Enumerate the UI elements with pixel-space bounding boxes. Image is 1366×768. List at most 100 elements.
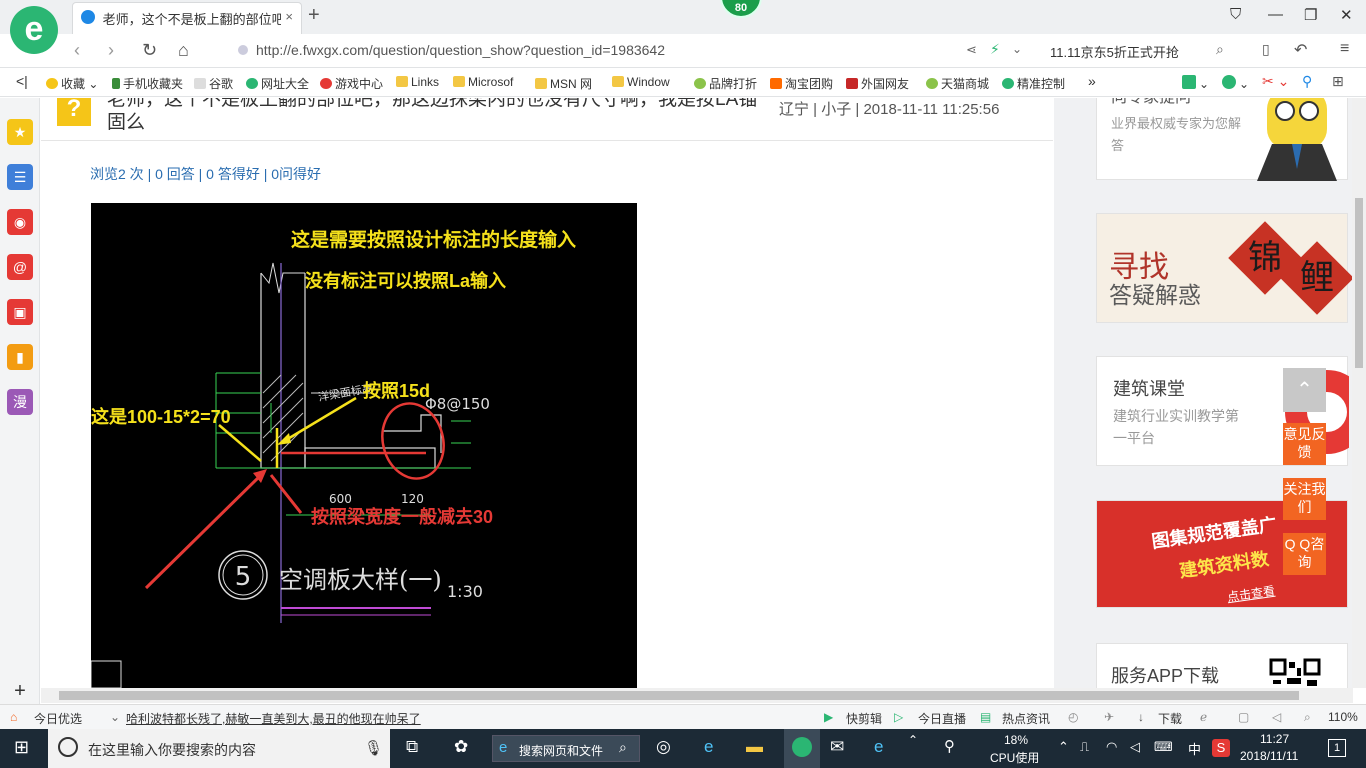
vertical-scroll-thumb[interactable] <box>1355 198 1363 368</box>
new-tab-button[interactable]: + <box>308 4 320 27</box>
atlas-banner-link[interactable]: 点击查看 <box>1226 582 1276 606</box>
address-bar[interactable]: http://e.fwxgx.com/question/question_sho… <box>238 42 665 58</box>
news-icon[interactable]: ☰ <box>7 164 33 190</box>
bookmark-games[interactable]: 游戏中心 <box>320 75 383 92</box>
maximize-icon[interactable]: ❐ <box>1304 6 1317 24</box>
lightning-icon[interactable]: ⚡ <box>990 41 1000 58</box>
bookmark-msn[interactable]: MSN 网 <box>535 75 592 92</box>
windows-start-icon[interactable]: ⊞ <box>14 737 29 758</box>
file-explorer-icon[interactable]: ▬ <box>746 737 763 757</box>
clock-date[interactable]: 2018/11/11 <box>1240 749 1298 763</box>
comic-icon[interactable]: 漫 <box>7 389 33 415</box>
ie-mode-icon[interactable]: ℯ <box>1200 710 1207 724</box>
horizontal-scroll-thumb[interactable] <box>59 691 1299 700</box>
window-icon[interactable]: ▢ <box>1238 710 1249 724</box>
mail-icon[interactable]: ✉ <box>830 737 844 757</box>
speaker-icon[interactable]: ◁ <box>1130 739 1140 755</box>
browser-logo-icon[interactable]: e <box>10 6 58 54</box>
qq-consult-button[interactable]: Q Q咨询 <box>1283 533 1326 575</box>
bookmarks-more-icon[interactable]: » <box>1088 73 1096 89</box>
volume-icon[interactable]: ◁ <box>1272 710 1281 724</box>
horizontal-scrollbar[interactable] <box>41 688 1353 703</box>
forward-arrow-icon[interactable]: › <box>108 40 114 61</box>
add-icon[interactable]: + <box>7 678 33 704</box>
ime-indicator[interactable]: 中 <box>1188 739 1201 758</box>
clock-time[interactable]: 11:27 <box>1260 732 1289 746</box>
search-icon[interactable]: ⌕ <box>1216 41 1224 58</box>
koi-banner[interactable]: 寻找 答疑解惑 锦 鲤 <box>1096 213 1354 323</box>
bookmark-precision[interactable]: 精准控制 <box>1002 75 1065 92</box>
bookmark-tmall[interactable]: 天猫商城 <box>926 75 989 92</box>
grid-icon[interactable]: ⊞ <box>1332 73 1344 90</box>
vertical-scrollbar[interactable] <box>1352 98 1366 688</box>
magnifier-icon[interactable]: ⚲ <box>1302 73 1312 90</box>
edge-icon[interactable]: e <box>704 737 713 757</box>
sogou-ime-icon[interactable]: S <box>1212 739 1230 757</box>
ie-icon[interactable]: e <box>874 737 883 757</box>
bookmark-favorites[interactable]: 收藏 ⌄ <box>46 75 98 92</box>
network-icon[interactable]: ⎍ <box>1080 739 1089 755</box>
mobile-icon[interactable]: ▯ <box>1262 41 1270 58</box>
search-icon[interactable]: ⌕ <box>619 739 627 756</box>
user-icon[interactable]: ⚲ <box>944 737 955 755</box>
live-icon[interactable]: ▷ <box>894 710 903 724</box>
today-picks[interactable]: 今日优选 <box>34 710 82 727</box>
zoom-icon[interactable]: ⌕ <box>1304 710 1311 725</box>
undo-icon[interactable]: ↶ <box>1294 40 1307 60</box>
home-icon[interactable]: ⌂ <box>178 40 189 61</box>
wifi-icon[interactable]: ◠ <box>1106 739 1117 755</box>
minimize-icon[interactable]: — <box>1268 6 1283 23</box>
browser-tab[interactable]: 老师，这个不是板上翻的部位吧。 × <box>72 2 302 34</box>
hot-news-link[interactable]: 热点资讯 <box>1002 710 1050 727</box>
back-to-top-icon[interactable]: ⌃ <box>1283 368 1326 412</box>
taskbar-search-box[interactable]: 在这里输入你要搜索的内容 🎙 <box>48 729 390 768</box>
shirt-skin-icon[interactable]: ⛉ <box>1230 6 1241 23</box>
mail-icon[interactable]: @ <box>7 254 33 280</box>
bookmark-mobile[interactable]: 手机收藏夹 <box>112 75 183 92</box>
weibo-icon[interactable]: ◉ <box>7 209 33 235</box>
back-arrow-icon[interactable]: ‹ <box>74 40 80 61</box>
shield-icon[interactable]: ⌄ <box>1182 75 1209 91</box>
bookmark-windows[interactable]: Window <box>612 75 670 89</box>
feedback-button[interactable]: 意见反馈 <box>1283 423 1326 465</box>
task-view-icon[interactable]: ⧉ <box>406 737 418 757</box>
play-icon[interactable]: ▶ <box>824 710 833 724</box>
notification-icon[interactable]: 1 <box>1328 739 1346 757</box>
browser-360-icon[interactable]: ◎ <box>656 737 671 757</box>
book-icon[interactable]: ▮ <box>7 344 33 370</box>
translate-icon[interactable]: ⌄ <box>1222 75 1249 91</box>
site-info-icon[interactable] <box>238 45 248 55</box>
close-window-icon[interactable]: ✕ <box>1340 6 1353 24</box>
speed-icon[interactable]: ◴ <box>1068 710 1078 724</box>
scroll-up-icon[interactable]: ⌃ <box>908 733 918 747</box>
download-icon[interactable]: ↓ <box>1138 710 1144 724</box>
question-stats[interactable]: 浏览2 次 | 0 回答 | 0 答得好 | 0问得好 <box>90 164 321 184</box>
sidebar-toggle-icon[interactable]: <| <box>16 73 28 89</box>
bookmark-links[interactable]: Links <box>396 75 439 89</box>
security-score-badge[interactable]: 80 <box>720 0 762 18</box>
promo-search-text[interactable]: 11.11京东5折正式开抢 <box>1050 42 1179 61</box>
gamepad-icon[interactable]: ▣ <box>7 299 33 325</box>
app-download-card[interactable]: 服务APP下载 <box>1096 643 1348 688</box>
bookmark-sites[interactable]: 网址大全 <box>246 75 309 92</box>
browser-search-box[interactable]: e 搜索网页和文件 ⌕ <box>492 735 640 762</box>
microphone-icon[interactable]: 🎙 <box>364 739 383 757</box>
tab-close-icon[interactable]: × <box>285 9 293 24</box>
refresh-icon[interactable]: ↻ <box>142 40 157 61</box>
scissors-icon[interactable]: ✂ ⌄ <box>1262 73 1289 90</box>
ask-expert-card[interactable]: 向专家提问 业界最权威专家为您解答 <box>1096 98 1348 181</box>
taskbar-active-browser[interactable] <box>784 729 820 768</box>
menu-icon[interactable]: ≡ <box>1340 40 1349 58</box>
live-link[interactable]: 今日直播 <box>918 710 966 727</box>
bookmark-brand-sale[interactable]: 品牌打折 <box>694 75 757 92</box>
share-icon[interactable]: ⋖ <box>966 42 977 58</box>
pin-icon[interactable]: ✈ <box>1104 710 1114 724</box>
dropdown-arrow-icon[interactable]: ⌄ <box>1012 42 1022 56</box>
hot-news-icon[interactable]: ▤ <box>980 710 991 724</box>
tray-expand-icon[interactable]: ⌃ <box>1058 739 1069 755</box>
news-link[interactable]: 哈利波特都长残了,赫敏一直美到大,最丑的他现在帅呆了 <box>126 710 421 727</box>
download-link[interactable]: 下载 <box>1158 710 1182 727</box>
bookmark-microsoft[interactable]: Microsof <box>453 75 513 89</box>
bookmark-taobao[interactable]: 淘宝团购 <box>770 75 833 92</box>
kuaijian-link[interactable]: 快剪辑 <box>846 710 882 727</box>
